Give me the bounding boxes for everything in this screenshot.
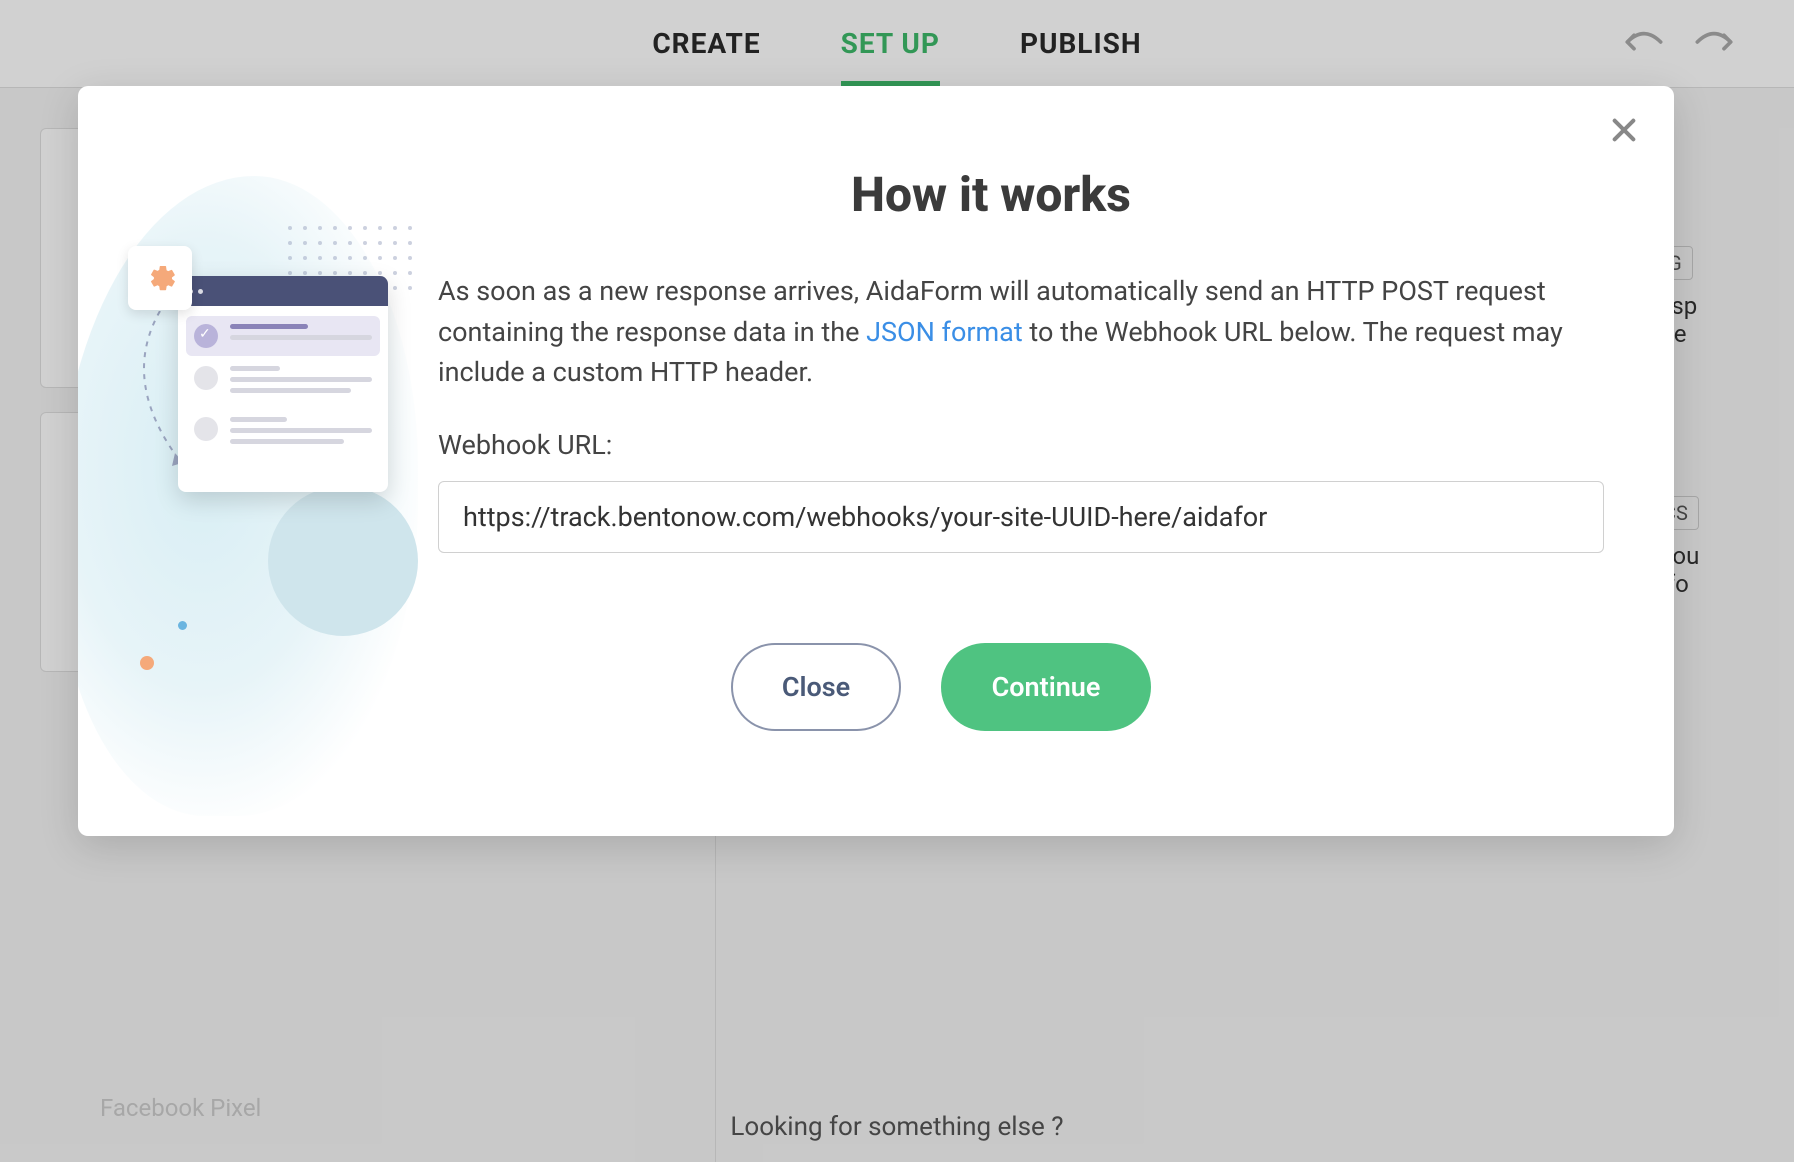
modal-illustration [78, 86, 418, 836]
decorative-dot-icon [140, 656, 154, 670]
json-format-link[interactable]: JSON format [866, 316, 1023, 348]
close-icon[interactable] [1608, 114, 1640, 150]
webhook-url-label: Webhook URL: [438, 429, 1604, 461]
gear-icon [128, 246, 192, 310]
close-button[interactable]: Close [731, 643, 901, 731]
window-illustration-icon [178, 276, 388, 492]
modal-description: As soon as a new response arrives, AidaF… [438, 271, 1604, 393]
modal-title: How it works [378, 166, 1604, 223]
continue-button[interactable]: Continue [941, 643, 1151, 731]
decorative-dot-icon [178, 621, 187, 630]
modal-buttons: Close Continue [278, 643, 1604, 731]
modal-content: How it works As soon as a new response a… [418, 86, 1674, 836]
how-it-works-modal: How it works As soon as a new response a… [78, 86, 1674, 836]
webhook-url-input[interactable] [438, 481, 1604, 553]
